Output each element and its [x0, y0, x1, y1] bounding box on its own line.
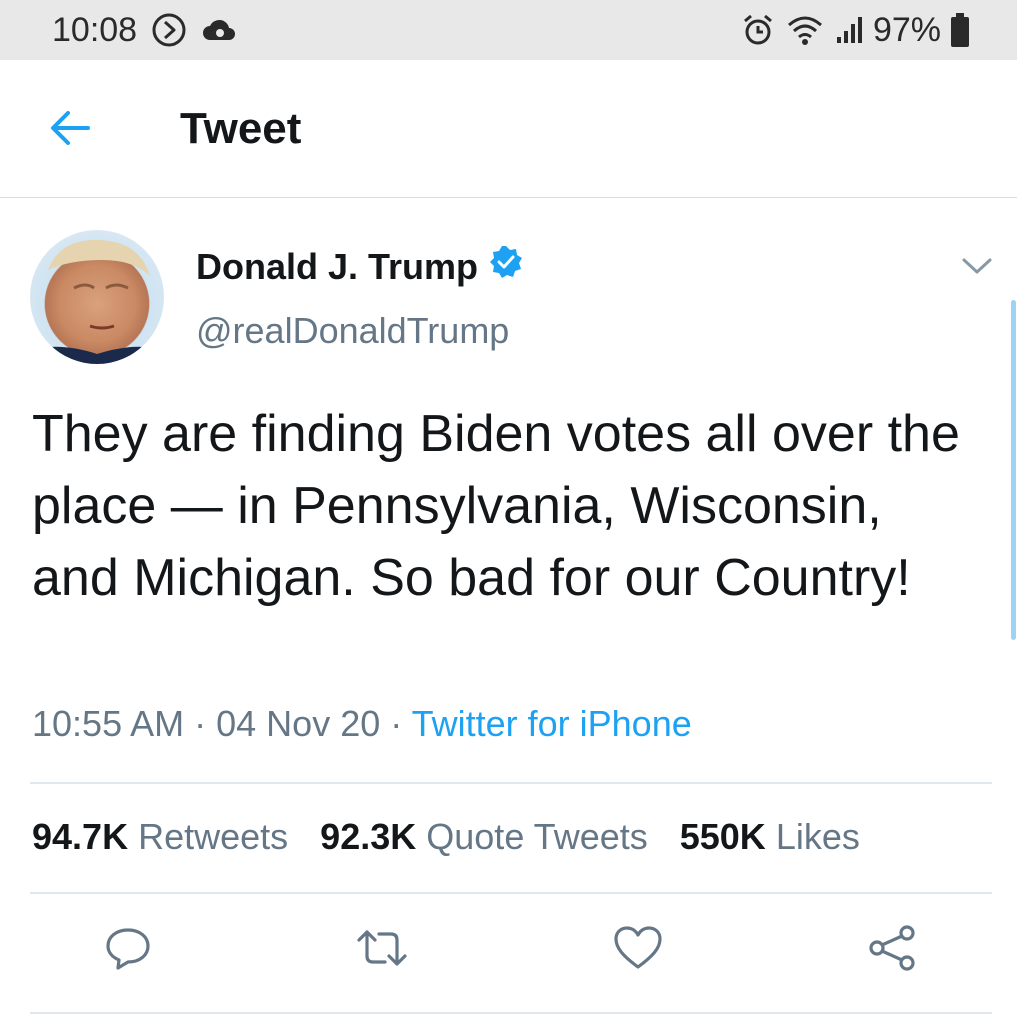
- battery-level: 97%: [872, 10, 941, 49]
- retweet-icon: [355, 926, 409, 975]
- retweets-count: 94.7K: [32, 816, 129, 857]
- meta-separator: ·: [390, 703, 403, 744]
- alarm-icon: [741, 13, 775, 47]
- divider: [30, 892, 992, 894]
- retweets-label: Retweets: [138, 816, 289, 857]
- quote-tweets-stat[interactable]: 92.3K Quote Tweets: [320, 816, 648, 858]
- reply-icon: [104, 924, 152, 977]
- play-circle-icon: [151, 12, 187, 48]
- like-icon: [613, 925, 663, 976]
- tweet-text: They are finding Biden votes all over th…: [32, 405, 960, 607]
- tweet-stats: 94.7K Retweets 92.3K Quote Tweets 550K L…: [32, 816, 860, 858]
- tweet-time: 10:55 AM: [32, 703, 185, 744]
- back-button[interactable]: [40, 102, 100, 158]
- quote-tweets-label: Quote Tweets: [426, 816, 648, 857]
- divider: [30, 782, 992, 784]
- arrow-left-icon: [48, 108, 92, 153]
- status-bar-right: 97%: [741, 11, 969, 50]
- author-name-text: Donald J. Trump: [196, 245, 479, 287]
- author-name[interactable]: Donald J. Trump: [196, 244, 524, 289]
- app-bar: Tweet: [0, 60, 1017, 198]
- reply-button[interactable]: [98, 920, 158, 980]
- likes-label: Likes: [775, 816, 860, 857]
- signal-icon: [835, 15, 863, 45]
- scrollbar[interactable]: [1011, 300, 1016, 640]
- chevron-down-icon: [960, 258, 994, 282]
- tweet-detail: Donald J. Trump @realDonaldTrump They ar…: [0, 198, 1017, 1024]
- status-bar-left: 10:08: [52, 11, 237, 50]
- status-bar: 10:08 97%: [0, 0, 1017, 60]
- quote-tweets-count: 92.3K: [320, 816, 417, 857]
- wifi-icon: [785, 13, 825, 47]
- retweet-button[interactable]: [352, 920, 412, 980]
- battery-icon: [951, 13, 969, 47]
- cloud-icon: [201, 16, 237, 44]
- avatar[interactable]: [30, 230, 164, 364]
- meta-separator: ·: [194, 703, 207, 744]
- share-icon: [867, 923, 917, 978]
- tweet-meta: 10:55 AM · 04 Nov 20 · Twitter for iPhon…: [32, 703, 692, 745]
- tweet-actions: [0, 920, 1017, 990]
- tweet-date: 04 Nov 20: [216, 703, 381, 744]
- verified-badge-icon: [488, 244, 524, 289]
- divider: [30, 1012, 992, 1014]
- like-button[interactable]: [608, 920, 668, 980]
- tweet-source-link[interactable]: Twitter for iPhone: [412, 703, 692, 744]
- retweets-stat[interactable]: 94.7K Retweets: [32, 816, 288, 858]
- share-button[interactable]: [862, 920, 922, 980]
- author-handle[interactable]: @realDonaldTrump: [196, 310, 509, 352]
- more-options-button[interactable]: [960, 254, 1000, 284]
- status-time: 10:08: [52, 10, 138, 49]
- likes-count: 550K: [679, 816, 766, 857]
- likes-stat[interactable]: 550K Likes: [680, 816, 860, 858]
- page-title: Tweet: [180, 104, 302, 153]
